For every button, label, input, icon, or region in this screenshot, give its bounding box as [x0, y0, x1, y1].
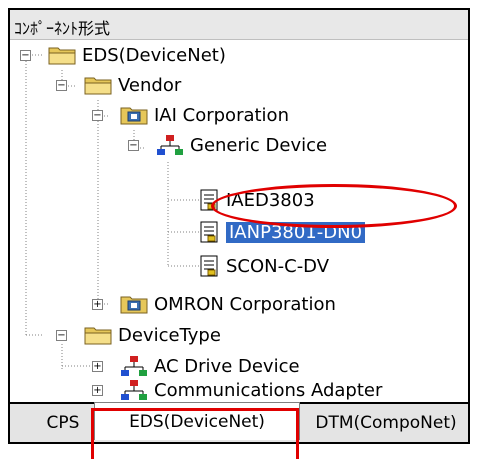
tree-node-eds[interactable]: − EDS(DeviceNet): [20, 40, 226, 70]
tree-node-generic-device[interactable]: − Generic Device: [128, 130, 327, 160]
component-tree-panel: ｺﾝﾎﾟｰﾈﾝﾄ形式 − EDS(DeviceNet) − Vendor − I…: [8, 8, 470, 404]
vendor-folder-icon: [120, 296, 148, 314]
collapse-toggle[interactable]: −: [128, 140, 139, 151]
expand-toggle[interactable]: +: [92, 385, 103, 396]
tree-node-label: Generic Device: [190, 134, 328, 156]
tree-node-label-selected: IANP3801-DN0: [226, 221, 366, 243]
tree-node-label: SCON-C-DV: [226, 255, 330, 277]
tree-node-ianp3801-dn0[interactable]: IANP3801-DN0: [198, 217, 366, 247]
tree-node-label: EDS(DeviceNet): [82, 44, 226, 66]
tree-node-scon-c-dv[interactable]: SCON-C-DV: [198, 251, 329, 281]
folder-open-icon: [84, 327, 112, 345]
tree-node-iai-corporation[interactable]: − IAI Corporation: [92, 100, 289, 130]
collapse-toggle[interactable]: −: [56, 330, 67, 341]
expand-toggle[interactable]: +: [92, 299, 103, 310]
collapse-toggle[interactable]: −: [56, 80, 67, 91]
tab-label: DTM(CompoNet): [315, 413, 457, 433]
tab-label: CPS: [46, 413, 80, 433]
tree-node-devicetype[interactable]: − DeviceType: [56, 320, 221, 350]
folder-open-icon: [48, 47, 76, 65]
tree-node-label: DeviceType: [118, 324, 221, 346]
tree-node-label: IAI Corporation: [154, 104, 289, 126]
eds-file-icon: [200, 221, 218, 243]
tree-node-label: AC Drive Device: [154, 355, 300, 377]
network-device-icon: [157, 135, 183, 155]
tab-bar: CPS EDS(DeviceNet) DTM(CompoNet): [8, 402, 470, 444]
network-device-icon: [121, 380, 147, 400]
folder-open-icon: [84, 77, 112, 95]
tree-node-label: Vendor: [118, 74, 182, 96]
collapse-toggle[interactable]: −: [20, 50, 31, 61]
tab-eds-devicenet[interactable]: EDS(DeviceNet): [94, 402, 300, 440]
network-device-icon: [121, 356, 147, 376]
vendor-folder-icon: [120, 107, 148, 125]
tab-dtm-componet[interactable]: DTM(CompoNet): [302, 404, 470, 442]
tree-node-label: OMRON Corporation: [154, 293, 336, 315]
tree-node-label: IAED3803: [226, 189, 315, 211]
tab-cps[interactable]: CPS: [32, 404, 94, 442]
tree-node-omron-corporation[interactable]: + OMRON Corporation: [92, 289, 336, 319]
eds-file-icon: [200, 189, 218, 211]
tree-node-label: Communications Adapter: [154, 379, 383, 401]
tab-label: EDS(DeviceNet): [129, 411, 265, 432]
tree-node-communications-adapter[interactable]: + Communications Adapter: [92, 375, 383, 402]
tree-node-iaed3803[interactable]: IAED3803: [198, 185, 315, 215]
expand-toggle[interactable]: +: [92, 361, 103, 372]
eds-file-icon: [200, 255, 218, 277]
tree-node-vendor[interactable]: − Vendor: [56, 70, 181, 100]
collapse-toggle[interactable]: −: [92, 110, 103, 121]
